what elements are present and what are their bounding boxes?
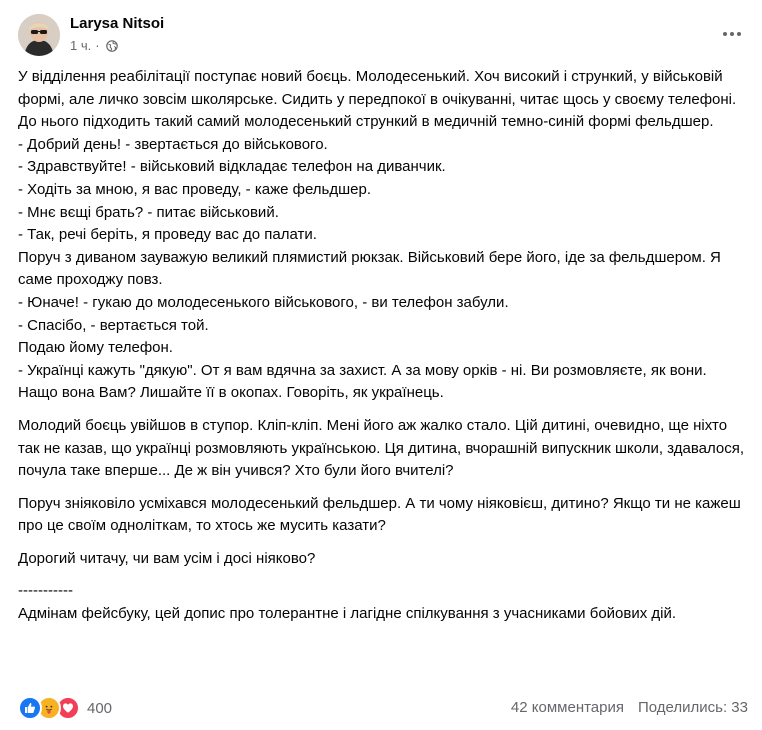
facebook-post: Larysa Nitsoi 1 ч. · У відділення реабіл <box>0 0 762 730</box>
post-paragraph: Молодий боєць увійшов в ступор. Кліп-клі… <box>18 416 745 480</box>
avatar[interactable] <box>18 14 60 56</box>
shares-count[interactable]: Поделились: 33 <box>638 699 748 716</box>
like-icon[interactable] <box>18 696 42 720</box>
post-footer: 400 42 комментария Поделились: 33 <box>18 694 748 722</box>
post-paragraph: Дорогий читачу, чи вам усім і досі ніяко… <box>18 549 316 567</box>
post-paragraph: Поруч зніяковіло усміхався молодесенький… <box>18 494 741 535</box>
meta-separator: · <box>95 38 100 53</box>
reaction-count[interactable]: 400 <box>87 700 112 717</box>
post-time[interactable]: 1 ч. <box>70 38 91 53</box>
more-options-icon[interactable] <box>718 20 746 48</box>
post-stats: 42 комментария Поделились: 33 <box>511 699 748 716</box>
post-paragraph: ----------- Адмінам фейсбуку, цей допис … <box>18 582 677 623</box>
reactions-summary[interactable]: 400 <box>18 696 112 720</box>
post-paragraph: У відділення реабілітації поступає новий… <box>18 68 737 402</box>
post-meta: 1 ч. · <box>70 38 118 53</box>
globe-icon[interactable] <box>105 39 118 52</box>
post-header: Larysa Nitsoi 1 ч. · <box>18 12 748 60</box>
comments-count[interactable]: 42 комментария <box>511 699 624 716</box>
post-text: У відділення реабілітації поступає новий… <box>18 66 748 626</box>
author-name[interactable]: Larysa Nitsoi <box>70 15 164 32</box>
